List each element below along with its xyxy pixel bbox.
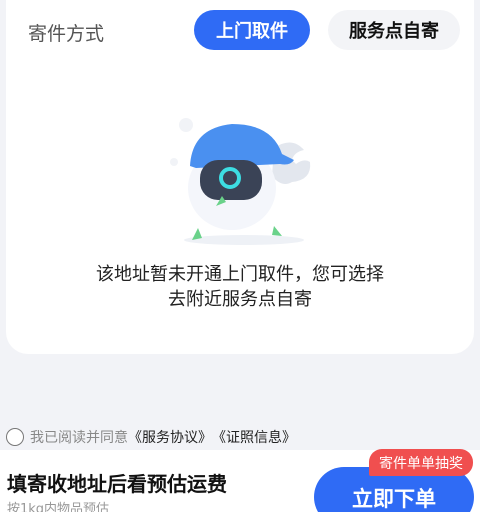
fee-estimate-subtitle: 按1kg内物品预估 — [7, 502, 110, 512]
tab-self-dropoff[interactable]: 服务点自寄 — [328, 10, 460, 50]
fee-estimate-title: 填寄收地址后看预估运费 — [7, 472, 227, 496]
empty-state-line2: 去附近服务点自寄 — [168, 289, 312, 310]
service-agreement-link[interactable]: 《服务协议》 — [128, 427, 212, 447]
license-info-link[interactable]: 《证照信息》 — [212, 427, 296, 447]
shipping-method-card: 寄件方式 上门取件 服务点自寄 该地址暂未开通上门取件，您可选择 去附近服务点自… — [6, 0, 474, 354]
robot-mascot-icon — [170, 118, 311, 245]
shipping-method-label: 寄件方式 — [28, 23, 105, 45]
agreement-radio[interactable] — [6, 428, 24, 446]
empty-state-message: 该地址暂未开通上门取件，您可选择 去附近服务点自寄 — [6, 262, 474, 312]
agreement-prefix: 我已阅读并同意 — [30, 430, 128, 446]
empty-state-line1: 该地址暂未开通上门取件，您可选择 — [96, 264, 384, 285]
lottery-badge: 寄件单单抽奖 — [369, 449, 473, 476]
tab-door-pickup[interactable]: 上门取件 — [194, 10, 310, 50]
agreement-row: 我已阅读并同意 《服务协议》 《证照信息》 — [6, 424, 296, 450]
